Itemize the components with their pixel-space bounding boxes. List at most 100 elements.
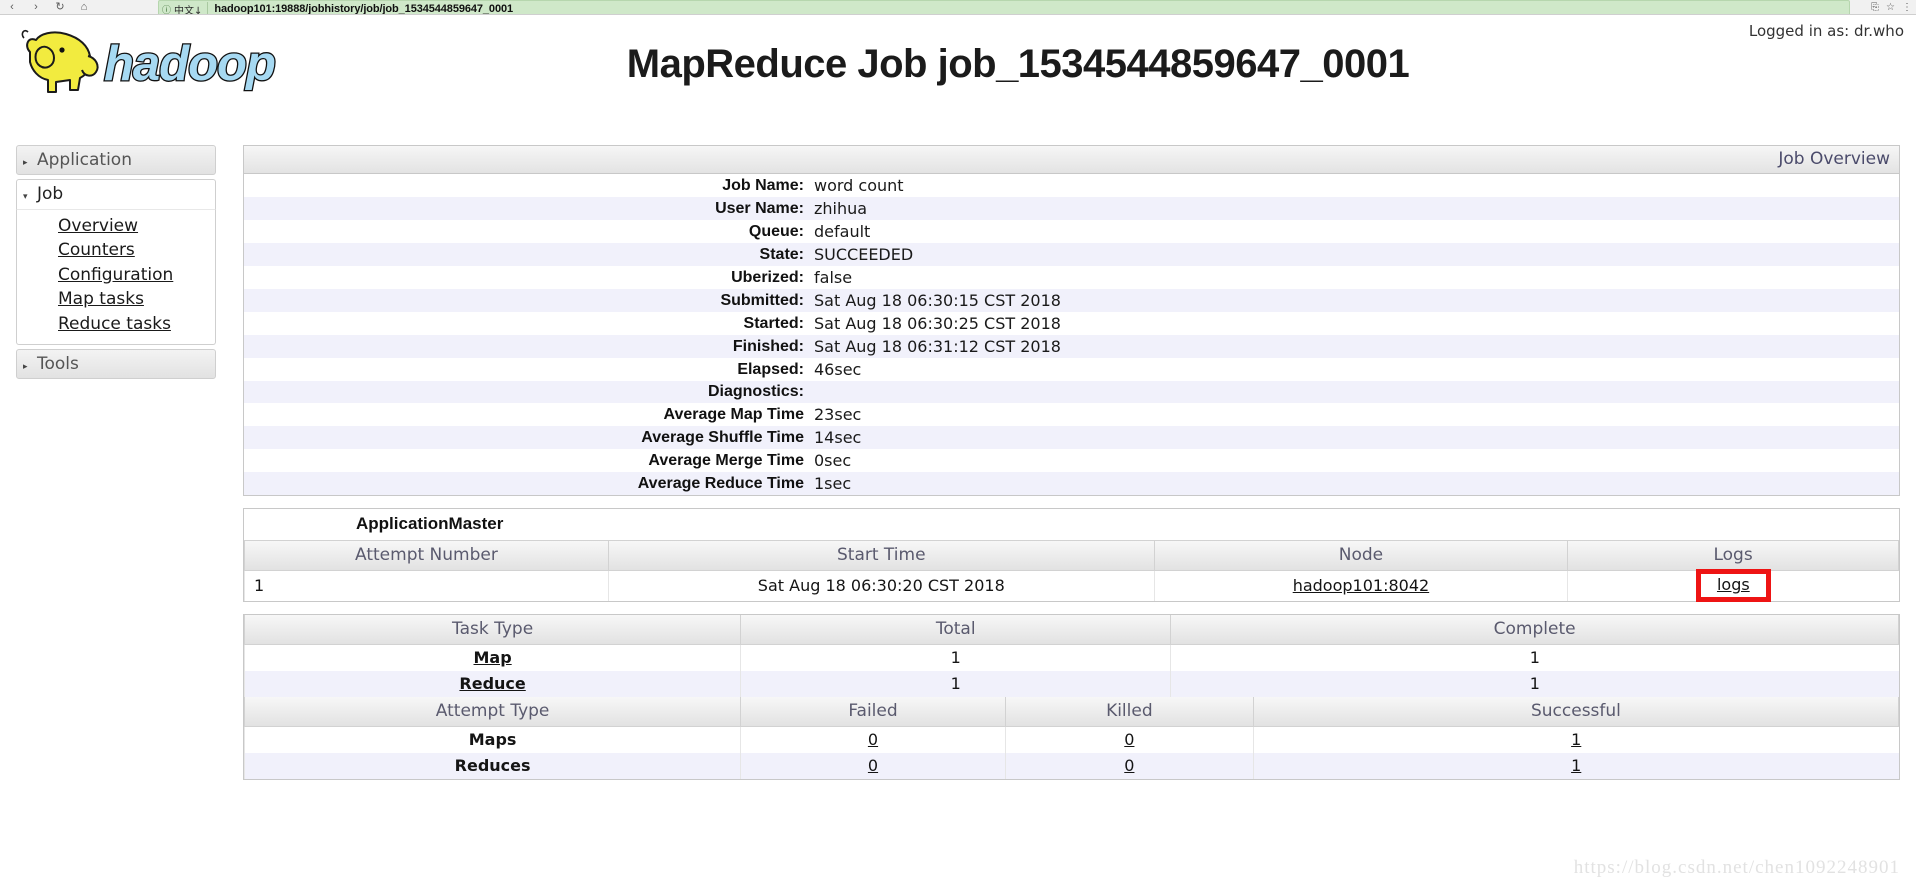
- col-logs[interactable]: Logs: [1567, 541, 1899, 571]
- maps-killed-link[interactable]: 0: [1124, 730, 1134, 749]
- col-start-time[interactable]: Start Time: [607, 541, 1155, 571]
- cell-complete: 1: [1170, 644, 1899, 671]
- back-icon[interactable]: ‹: [0, 0, 24, 14]
- table-row: Uberized: false: [244, 266, 1899, 289]
- reduces-failed-link[interactable]: 0: [868, 756, 878, 775]
- sidebar-job-links: Overview Counters Configuration Map task…: [16, 209, 216, 346]
- row-value: 1sec: [814, 474, 852, 493]
- row-label: Elapsed:: [737, 360, 804, 378]
- sidebar: ▸ Application ▾ Job Overview Counters Conf…: [16, 145, 216, 383]
- cell-failed: 0: [740, 753, 1006, 779]
- col-successful[interactable]: Successful: [1252, 697, 1900, 727]
- job-overview-panel: Job Overview Job Name: word count User N…: [243, 145, 1900, 496]
- sidebar-section-application[interactable]: ▸ Application: [16, 145, 216, 175]
- table-row: Started: Sat Aug 18 06:30:25 CST 2018: [244, 312, 1899, 335]
- attempt-type-table: Attempt Type Failed Killed Successful Ma…: [243, 697, 1900, 779]
- application-master-table: Attempt Number Start Time Node Logs 1 Sa…: [244, 541, 1899, 602]
- reduces-killed-link[interactable]: 0: [1124, 756, 1134, 775]
- row-label: Queue:: [748, 222, 804, 240]
- logs-link[interactable]: logs: [1717, 575, 1750, 594]
- table-header-row: Attempt Type Failed Killed Successful: [243, 697, 1900, 727]
- col-task-type[interactable]: Task Type: [243, 615, 742, 645]
- table-row: Average Reduce Time 1sec: [244, 472, 1899, 495]
- url-host: hadoop101:19888: [214, 3, 306, 15]
- row-label: Submitted:: [720, 291, 804, 309]
- cell-attempt-type: Maps: [243, 726, 741, 753]
- col-total[interactable]: Total: [740, 615, 1172, 645]
- row-value: [814, 381, 1899, 403]
- cell-total: 1: [740, 671, 1171, 697]
- forward-icon[interactable]: ›: [24, 0, 48, 14]
- translate-indicator[interactable]: 中文↓: [174, 1, 209, 14]
- address-bar[interactable]: ⓘ 中文↓ hadoop101:19888 /jobhistory/job/jo…: [158, 0, 1850, 15]
- cell-killed: 0: [1004, 726, 1254, 753]
- chevron-down-icon: ▾: [23, 192, 28, 202]
- row-label: Started:: [743, 314, 804, 332]
- cell-task-type: Reduce: [243, 671, 741, 697]
- sidebar-section-tools[interactable]: ▸ Tools: [16, 349, 216, 380]
- row-value: 46sec: [814, 360, 862, 379]
- col-failed[interactable]: Failed: [740, 697, 1006, 727]
- col-complete[interactable]: Complete: [1170, 615, 1899, 645]
- row-label: Average Reduce Time: [637, 474, 804, 492]
- col-node[interactable]: Node: [1153, 541, 1569, 571]
- col-attempt-number[interactable]: Attempt Number: [244, 541, 609, 571]
- maps-failed-link[interactable]: 0: [868, 730, 878, 749]
- row-label: Diagnostics:: [707, 383, 804, 400]
- row-label: Average Merge Time: [648, 451, 804, 469]
- application-master-panel: ApplicationMaster Attempt Number Start T…: [243, 508, 1900, 602]
- reduces-successful-link[interactable]: 1: [1571, 756, 1581, 775]
- cell-logs: logs: [1567, 569, 1899, 602]
- reduce-tasks-link[interactable]: Reduce: [459, 674, 525, 693]
- table-row: Maps 0 0 1: [243, 726, 1899, 753]
- table-header-row: Task Type Total Complete: [243, 615, 1899, 645]
- secure-info-icon[interactable]: ⓘ: [159, 3, 174, 15]
- row-value: false: [814, 268, 853, 287]
- sidebar-item-map-tasks[interactable]: Map tasks: [17, 287, 215, 311]
- logged-in-label: Logged in as: dr.who: [1748, 22, 1904, 40]
- job-overview-caption: Job Overview: [244, 146, 1899, 174]
- row-value: zhihua: [814, 199, 868, 218]
- row-label: Finished:: [732, 337, 804, 355]
- cast-icon[interactable]: ⎘: [1871, 2, 1879, 13]
- sidebar-item-configuration[interactable]: Configuration: [17, 263, 215, 287]
- sidebar-section-job[interactable]: ▾ Job: [16, 179, 216, 209]
- sidebar-item-overview[interactable]: Overview: [17, 214, 215, 238]
- bookmark-star-icon[interactable]: ☆: [1886, 2, 1895, 13]
- cell-attempt-type: Reduces: [243, 753, 741, 779]
- row-value: 14sec: [814, 428, 862, 447]
- browser-toolbar: ‹ › ↻ ⌂ ⓘ 中文↓ hadoop101:19888 /jobhistor…: [0, 0, 1916, 15]
- row-value: default: [814, 222, 871, 241]
- node-link[interactable]: hadoop101:8042: [1293, 576, 1429, 595]
- row-label: Average Map Time: [663, 405, 805, 423]
- job-overview-table: Job Name: word count User Name: zhihua Q…: [244, 174, 1899, 495]
- maps-successful-link[interactable]: 1: [1571, 730, 1581, 749]
- home-icon[interactable]: ⌂: [72, 0, 96, 14]
- row-label: Average Shuffle Time: [641, 428, 804, 446]
- browser-menu-icon[interactable]: ⋮: [1902, 2, 1912, 13]
- map-tasks-link[interactable]: Map: [474, 648, 512, 667]
- table-row: Diagnostics:: [244, 381, 1899, 403]
- cell-complete: 1: [1170, 671, 1899, 697]
- row-label: State:: [759, 245, 804, 263]
- col-killed[interactable]: Killed: [1004, 697, 1254, 727]
- table-row: 1 Sat Aug 18 06:30:20 CST 2018 hadoop101…: [244, 569, 1899, 602]
- cell-failed: 0: [740, 726, 1006, 753]
- row-value: SUCCEEDED: [814, 245, 914, 264]
- cell-task-type: Map: [243, 644, 741, 671]
- col-attempt-type[interactable]: Attempt Type: [243, 697, 742, 727]
- sidebar-item-counters[interactable]: Counters: [17, 238, 215, 262]
- row-value: Sat Aug 18 06:31:12 CST 2018: [814, 337, 1061, 356]
- row-label: Uberized:: [731, 268, 804, 286]
- cell-successful: 1: [1252, 753, 1899, 779]
- reload-icon[interactable]: ↻: [48, 0, 72, 14]
- table-row: Elapsed: 46sec: [244, 358, 1899, 381]
- sidebar-section-job-label: Job: [37, 184, 64, 204]
- sidebar-item-reduce-tasks[interactable]: Reduce tasks: [17, 312, 215, 336]
- table-row: Map 1 1: [243, 644, 1899, 671]
- row-value: 23sec: [814, 405, 862, 424]
- table-row: Average Shuffle Time 14sec: [244, 426, 1899, 449]
- row-value: 0sec: [814, 451, 852, 470]
- cell-killed: 0: [1004, 753, 1254, 779]
- table-row: Submitted: Sat Aug 18 06:30:15 CST 2018: [244, 289, 1899, 312]
